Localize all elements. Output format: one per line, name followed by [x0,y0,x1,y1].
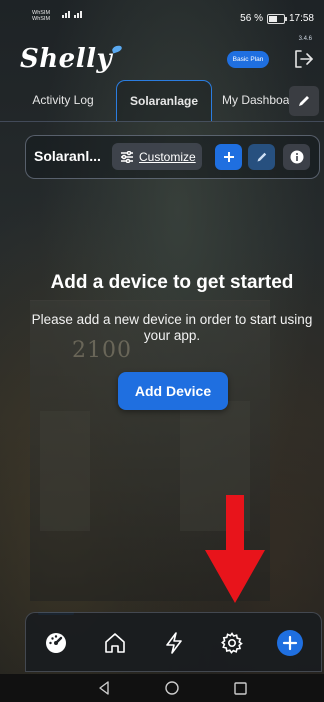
back-icon[interactable] [96,680,112,696]
battery-icon [266,13,287,24]
battery-percent: 56 % [240,13,263,24]
plus-icon [223,152,234,162]
tab-activity-log[interactable]: Activity Log [12,80,114,120]
empty-state-title: Add a device to get started [50,272,294,293]
system-navigation-bar [0,674,324,702]
room-header: Solaranl... Customize [25,135,320,179]
logout-icon[interactable] [292,48,316,70]
empty-state-message: Please add a new device in order to star… [31,312,313,343]
customize-button[interactable]: Customize [112,143,202,170]
tab-divider [0,121,324,122]
signal-icon [62,9,84,20]
dashboard-tabs: Activity Log Solaranlage My Dashboard [12,80,324,122]
room-name[interactable]: Solaranl... [34,148,101,164]
add-device-button[interactable]: Add Device [118,372,228,410]
sliders-icon [121,150,133,163]
shelly-logo: Shelly [20,44,113,74]
home-icon[interactable] [100,628,130,658]
pencil-icon [299,96,309,106]
bottom-navigation [25,612,322,672]
info-button[interactable] [283,144,310,170]
tab-solaranlage[interactable]: Solaranlage [116,80,212,121]
recents-icon[interactable] [232,680,248,696]
energy-icon[interactable] [159,628,189,658]
plan-badge[interactable]: Basic Plan [227,51,269,68]
edit-tabs-button[interactable] [289,86,319,116]
dashboard-icon[interactable] [41,628,71,658]
app-version: 3.4.6 [298,36,312,42]
edit-room-button[interactable] [248,144,275,170]
add-icon[interactable] [275,628,305,658]
add-button[interactable] [215,144,242,170]
home-circle-icon[interactable] [164,680,180,696]
red-arrow-annotation [205,495,265,605]
status-bar: WhSIM WhSIM 56 % 17:58 [0,0,324,30]
customize-label: Customize [139,149,196,164]
settings-icon[interactable] [217,628,247,658]
carrier-label: WhSIM WhSIM [32,10,51,22]
clock: 17:58 [288,13,314,24]
info-icon [290,150,303,164]
pencil-icon [257,152,266,162]
